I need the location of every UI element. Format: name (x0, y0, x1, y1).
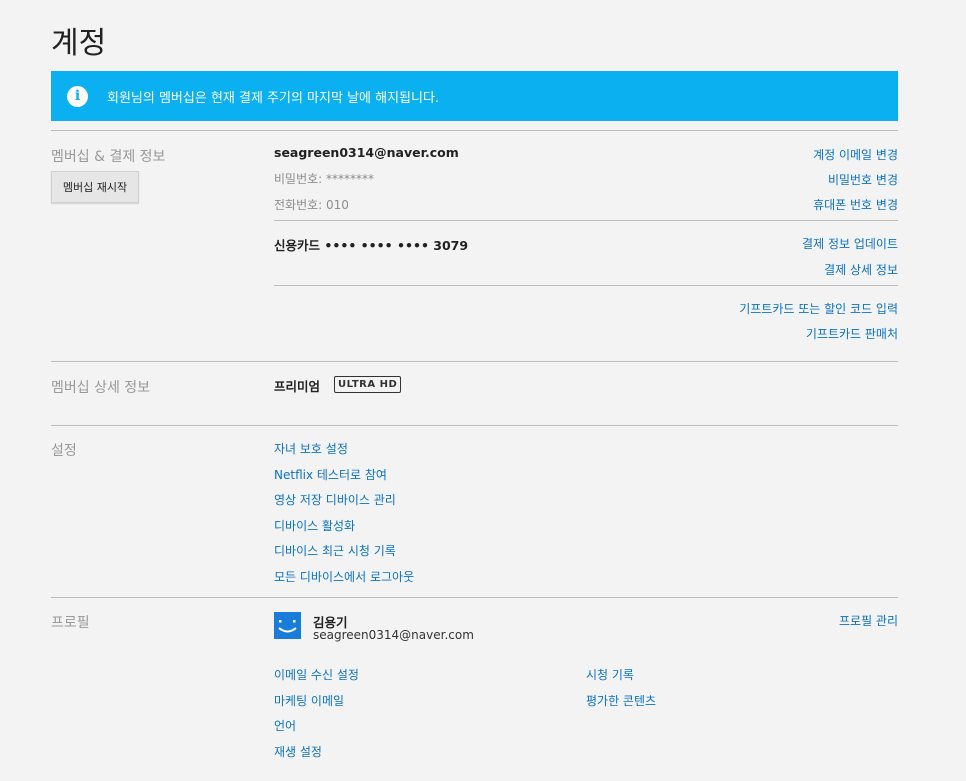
settings-link-test-participation[interactable]: Netflix 테스터로 참여 (274, 466, 387, 483)
profile-avatar (274, 612, 301, 639)
credit-card-info: 신용카드 •••• •••• •••• 3079 (274, 238, 469, 253)
settings-link-download-devices[interactable]: 영상 저장 디바이스 관리 (274, 491, 396, 508)
profile-link-email-preferences[interactable]: 이메일 수신 설정 (274, 666, 359, 683)
update-payment-link[interactable]: 결제 정보 업데이트 (802, 235, 898, 252)
plan-name: 프리미엄 (274, 379, 321, 394)
restart-membership-button[interactable]: 멤버십 재시작 (51, 171, 139, 203)
section-label-profile: 프로필 (51, 615, 90, 631)
settings-link-device-streaming-history[interactable]: 디바이스 최근 시청 기록 (274, 542, 396, 559)
divider (51, 130, 898, 131)
manage-profile-link[interactable]: 프로필 관리 (839, 612, 898, 629)
settings-link-parental-controls[interactable]: 자녀 보호 설정 (274, 440, 348, 457)
banner-text: 회원님의 멤버십은 현재 결제 주기의 마지막 날에 해지됩니다. (107, 90, 440, 106)
change-email-link[interactable]: 계정 이메일 변경 (813, 146, 898, 163)
settings-link-activate-device[interactable]: 디바이스 활성화 (274, 517, 355, 534)
account-email: seagreen0314@naver.com (274, 145, 459, 160)
profile-link-marketing-email[interactable]: 마케팅 이메일 (274, 692, 344, 709)
settings-link-sign-out-all-devices[interactable]: 모든 디바이스에서 로그아웃 (274, 568, 414, 585)
billing-details-link[interactable]: 결제 상세 정보 (824, 261, 898, 278)
change-password-link[interactable]: 비밀번호 변경 (828, 171, 898, 188)
redeem-gift-code-link[interactable]: 기프트카드 또는 할인 코드 입력 (739, 300, 898, 317)
divider (274, 285, 898, 286)
info-banner: i 회원님의 멤버십은 현재 결제 주기의 마지막 날에 해지됩니다. (51, 71, 898, 121)
change-phone-link[interactable]: 휴대폰 번호 변경 (813, 196, 898, 213)
smiley-face-icon (274, 612, 301, 639)
divider (51, 361, 898, 362)
info-icon: i (67, 85, 88, 107)
password-masked: 비밀번호: ******** (274, 172, 375, 186)
profile-link-viewing-activity[interactable]: 시청 기록 (586, 666, 634, 683)
section-label-settings: 설정 (51, 443, 77, 459)
profile-link-language[interactable]: 언어 (274, 717, 296, 734)
section-label-membership: 멤버십 & 결제 정보 (51, 149, 166, 165)
divider (51, 597, 898, 598)
divider (51, 425, 898, 426)
ultra-hd-badge: ULTRA HD (334, 376, 402, 393)
profile-link-playback-settings[interactable]: 재생 설정 (274, 743, 322, 760)
profile-email: seagreen0314@naver.com (313, 628, 474, 642)
divider (274, 220, 898, 221)
page-title: 계정 (51, 26, 107, 61)
profile-link-ratings[interactable]: 평가한 콘텐츠 (586, 692, 656, 709)
gift-card-retailers-link[interactable]: 기프트카드 판매처 (806, 325, 898, 342)
section-label-plan: 멤버십 상세 정보 (51, 380, 151, 396)
phone-number: 전화번호: 010 (274, 198, 349, 212)
